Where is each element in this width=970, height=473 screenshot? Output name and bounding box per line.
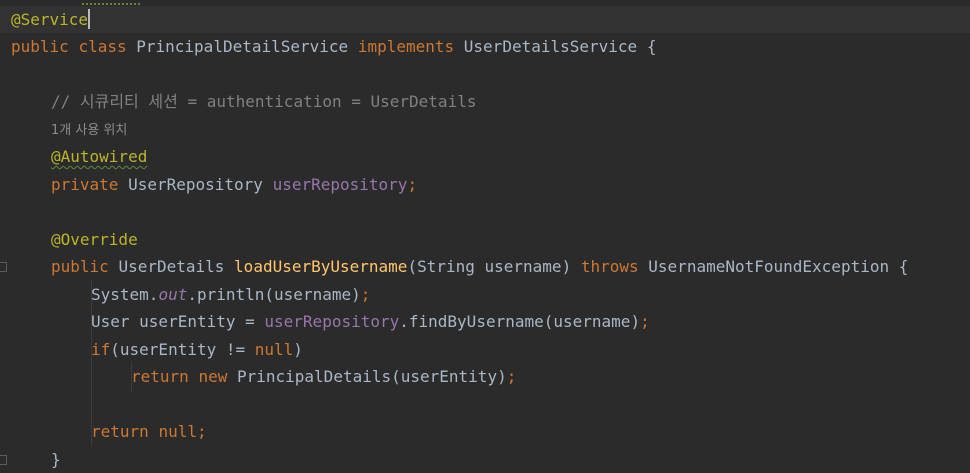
condition-close: )	[293, 340, 303, 359]
keyword-throws: throws	[580, 257, 639, 276]
keyword-return: return	[91, 422, 149, 441]
exception-type: UsernameNotFoundException	[648, 257, 890, 276]
find-call: .findByUsername(username)	[399, 312, 641, 331]
condition-open: (userEntity !=	[110, 340, 255, 359]
code-line-override[interactable]: @Override	[51, 226, 138, 253]
code-line-return-details[interactable]: return new PrincipalDetails(userEntity);	[131, 363, 516, 390]
keyword-private: private	[51, 175, 119, 194]
repository-field: userRepository	[264, 312, 400, 331]
semicolon: ;	[506, 367, 517, 386]
keyword-new: new	[198, 367, 228, 386]
semicolon: ;	[407, 175, 418, 194]
keyword-if: if	[91, 340, 111, 359]
override-annotation: @Override	[51, 230, 138, 249]
class-name: PrincipalDetailService	[136, 37, 349, 56]
semicolon: ;	[640, 312, 650, 331]
keyword-public: public	[51, 257, 109, 276]
constructor-call: PrincipalDetails(userEntity)	[236, 367, 507, 386]
return-type: UserDetails	[118, 257, 225, 276]
variable-declaration: User userEntity =	[91, 312, 265, 331]
semicolon: ;	[196, 422, 207, 441]
service-annotation: @Service	[11, 10, 89, 29]
code-line-find-user[interactable]: User userEntity = userRepository.findByU…	[91, 308, 650, 335]
semicolon: ;	[360, 285, 371, 304]
keyword-public: public	[11, 37, 69, 56]
field-name: userRepository	[272, 175, 408, 194]
usage-hint-line[interactable]: 1개 사용 위치	[51, 115, 127, 142]
code-editor[interactable]: @Service public class PrincipalDetailSer…	[0, 0, 970, 473]
keyword-return: return	[131, 367, 189, 386]
open-brace: {	[646, 37, 657, 56]
open-brace: {	[898, 257, 909, 276]
close-brace: }	[51, 450, 61, 469]
keyword-null: null	[254, 340, 294, 359]
code-line-close-brace[interactable]: }	[51, 446, 61, 473]
fold-marker-icon[interactable]	[0, 455, 7, 465]
method-name: loadUserByUsername	[234, 257, 408, 276]
keyword-implements: implements	[357, 37, 455, 56]
fold-gutter	[0, 0, 8, 473]
code-line-method-signature[interactable]: public UserDetails loadUserByUsername(St…	[51, 253, 908, 280]
code-line-comment[interactable]: // 시큐리티 세션 = authentication = UserDetail…	[51, 88, 476, 115]
comment-text: // 시큐리티 세션 = authentication = UserDetail…	[51, 92, 477, 111]
method-params: (String username)	[407, 257, 572, 276]
code-line-autowired[interactable]: @Autowired	[51, 143, 147, 170]
system-object: System.	[91, 285, 159, 304]
code-line-return-null[interactable]: return null;	[91, 418, 207, 445]
warning-squiggle	[82, 0, 140, 5]
code-line-println[interactable]: System.out.println(username);	[91, 281, 370, 308]
code-line-1[interactable]: @Service	[11, 6, 91, 33]
current-line-highlight	[0, 6, 970, 33]
code-line-if[interactable]: if(userEntity != null)	[91, 336, 303, 363]
autowired-annotation: @Autowired	[51, 147, 148, 166]
interface-name: UserDetailsService	[463, 37, 638, 56]
static-field-out: out	[158, 285, 188, 304]
println-call: .println(username)	[187, 285, 361, 304]
code-line-2[interactable]: public class PrincipalDetailService impl…	[11, 33, 656, 60]
keyword-null: null	[158, 422, 197, 441]
fold-marker-icon[interactable]	[0, 262, 7, 272]
field-type: UserRepository	[128, 175, 263, 194]
text-cursor	[88, 9, 91, 29]
code-line-field[interactable]: private UserRepository userRepository;	[51, 171, 417, 198]
usage-hint[interactable]: 1개 사용 위치	[51, 123, 127, 138]
keyword-class: class	[78, 37, 127, 56]
